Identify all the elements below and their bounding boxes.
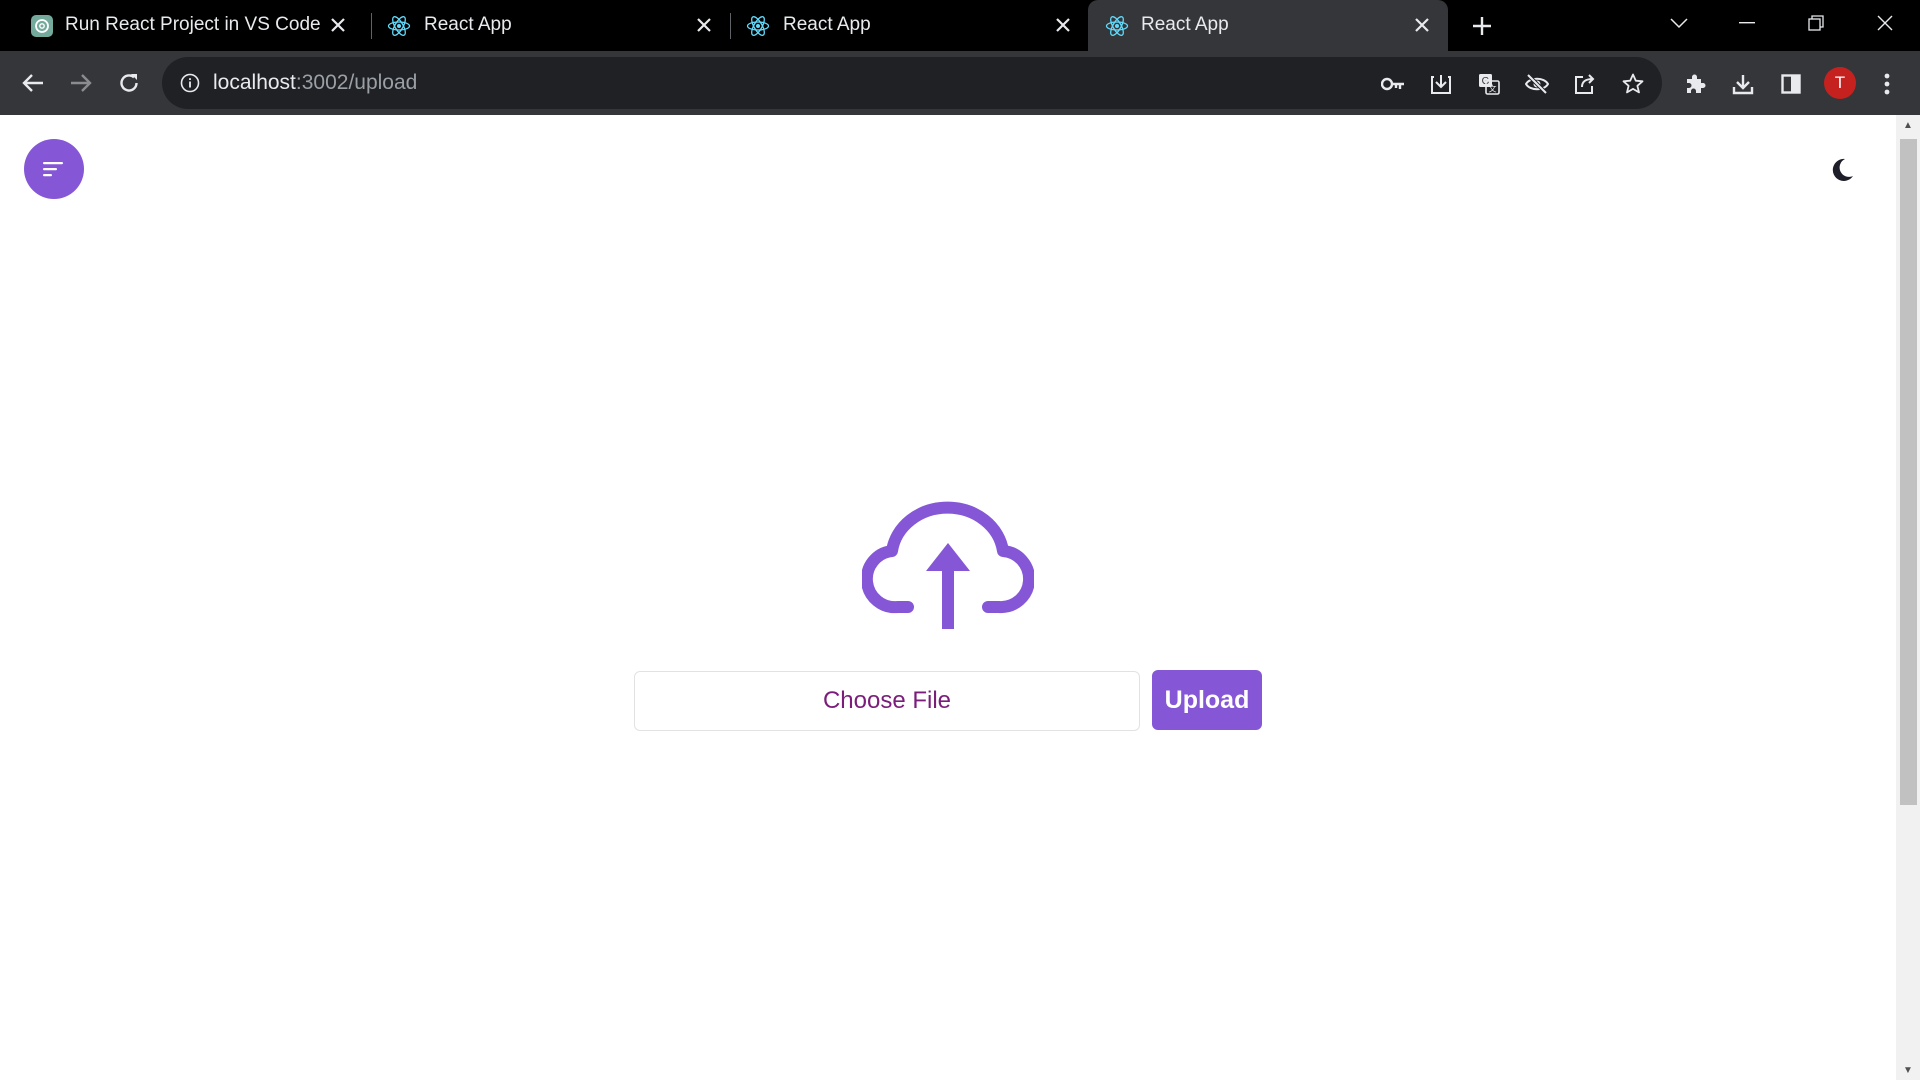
site-info-icon[interactable] xyxy=(178,71,202,95)
tab-search-button[interactable] xyxy=(1659,8,1699,38)
close-icon[interactable] xyxy=(692,13,716,37)
upload-page: Choose File Upload xyxy=(0,115,1896,1080)
cloud-upload-icon xyxy=(862,501,1034,629)
reload-icon xyxy=(120,74,138,92)
puzzle-icon xyxy=(1687,74,1706,93)
svg-text:文: 文 xyxy=(1489,84,1497,94)
chevron-down-icon xyxy=(1670,18,1688,29)
close-icon[interactable] xyxy=(1410,13,1434,37)
react-icon xyxy=(746,14,770,38)
tab-title: React App xyxy=(783,14,871,35)
scrollbar-thumb[interactable] xyxy=(1900,139,1917,805)
url-text[interactable]: localhost:3002/upload xyxy=(213,71,417,95)
key-icon[interactable] xyxy=(1380,71,1406,97)
tab-run-react-project[interactable]: Run React Project in VS Code xyxy=(0,0,364,51)
menu-lines-icon xyxy=(43,162,63,177)
address-bar[interactable]: localhost:3002/upload G文 xyxy=(162,57,1662,109)
moon-icon xyxy=(1832,158,1853,181)
tab-react-app-1[interactable]: React App xyxy=(372,0,730,51)
arrow-right-icon xyxy=(71,74,92,92)
new-tab-button[interactable] xyxy=(1467,11,1497,41)
tab-title: Run React Project in VS Code xyxy=(65,14,321,35)
browser-menu-button[interactable] xyxy=(1873,70,1901,98)
downloads-button[interactable] xyxy=(1729,70,1757,98)
url-host: localhost xyxy=(213,71,296,94)
plus-icon xyxy=(1473,17,1491,35)
close-icon xyxy=(1877,15,1893,31)
dark-mode-toggle[interactable] xyxy=(1824,152,1860,188)
side-panel-icon xyxy=(1781,74,1801,94)
restore-icon xyxy=(1808,15,1824,31)
restore-button[interactable] xyxy=(1796,8,1836,38)
browser-toolbar: localhost:3002/upload G文 xyxy=(0,51,1920,115)
install-app-icon[interactable] xyxy=(1428,71,1454,97)
upload-button[interactable]: Upload xyxy=(1152,670,1262,730)
forward-button[interactable] xyxy=(65,67,97,99)
scroll-up-arrow-icon[interactable]: ▲ xyxy=(1896,115,1920,135)
page-viewport: Choose File Upload ▲ ▼ xyxy=(0,115,1920,1080)
share-icon[interactable] xyxy=(1572,71,1598,97)
close-icon[interactable] xyxy=(1051,13,1075,37)
choose-file-label: Choose File xyxy=(822,687,952,714)
vertical-scrollbar[interactable]: ▲ ▼ xyxy=(1896,115,1920,1080)
react-icon xyxy=(1105,14,1129,38)
close-window-button[interactable] xyxy=(1865,8,1905,38)
menu-button[interactable] xyxy=(24,139,84,199)
side-panel-button[interactable] xyxy=(1777,70,1805,98)
minimize-icon xyxy=(1739,22,1755,24)
minimize-button[interactable] xyxy=(1727,8,1767,38)
tab-react-app-active[interactable]: React App xyxy=(1088,0,1448,51)
url-path: :3002/upload xyxy=(295,71,418,94)
tab-strip: Run React Project in VS Code React App R… xyxy=(0,0,1920,51)
arrow-left-icon xyxy=(22,74,43,92)
more-vertical-icon xyxy=(1884,73,1890,95)
react-icon xyxy=(387,14,411,38)
profile-avatar[interactable]: T xyxy=(1824,67,1856,99)
tab-react-app-2[interactable]: React App xyxy=(731,0,1089,51)
tab-title: React App xyxy=(1141,14,1229,35)
download-icon xyxy=(1732,75,1754,95)
translate-icon[interactable]: G文 xyxy=(1476,71,1502,97)
tab-title: React App xyxy=(424,14,512,35)
choose-file-input[interactable]: Choose File xyxy=(634,671,1140,731)
back-button[interactable] xyxy=(17,67,49,99)
extensions-button[interactable] xyxy=(1681,70,1709,98)
reload-button[interactable] xyxy=(113,67,145,99)
eye-off-icon[interactable] xyxy=(1524,71,1550,97)
bookmark-star-icon[interactable] xyxy=(1620,71,1646,97)
close-icon[interactable] xyxy=(326,13,350,37)
chatgpt-icon xyxy=(30,14,54,38)
scroll-down-arrow-icon[interactable]: ▼ xyxy=(1896,1060,1920,1080)
